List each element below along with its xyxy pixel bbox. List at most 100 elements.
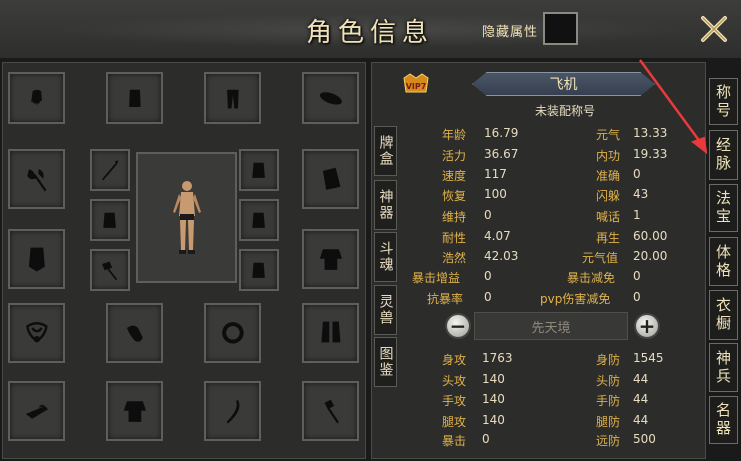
hidden-attr-checkbox[interactable] [543,12,578,45]
stat-value: 0 [484,269,492,283]
tab-wardrobe[interactable]: 衣橱 [709,290,738,340]
stat-value: 1763 [482,351,513,365]
stat-value: 0 [633,167,641,181]
equip-slot-chest[interactable] [106,72,163,124]
stat-value: 1 [633,208,641,222]
equip-slot-helmet[interactable] [8,381,65,441]
stat-value: 60.00 [633,229,668,243]
realm-decrease-button[interactable]: − [445,313,471,339]
equip-slot-vest-2[interactable] [90,199,130,241]
stat-value: 0 [484,290,492,304]
character-model [172,180,201,254]
equip-slot-spear[interactable] [90,149,130,191]
stat-value: 140 [482,413,505,427]
blade-icon [226,399,240,424]
tab-divine-weapon[interactable]: 神兵 [709,343,738,392]
stat-value: 140 [482,392,505,406]
close-icon [701,16,727,42]
equip-slot-weapon-axe[interactable] [8,149,65,209]
character-title-status: 未装配称号 [534,104,595,118]
realm-increase-button[interactable]: + [634,313,660,339]
tab-title[interactable]: 称号 [709,78,738,125]
tab-fight-soul[interactable]: 斗魂 [374,232,397,282]
stat-label: 暴击增益 [412,271,461,285]
stat-value: 36.67 [484,147,519,161]
stat-value: 13.33 [633,126,668,140]
equip-slot-ring[interactable] [204,303,261,363]
robe-icon [319,249,342,271]
character-model-frame [136,152,237,283]
equip-slot-vest-4[interactable] [239,249,279,291]
equip-slot-pendant[interactable] [106,303,163,363]
equip-slot-robe[interactable] [302,229,359,289]
stat-label: 身攻 [442,353,467,367]
equip-slot-armor[interactable] [106,381,163,441]
vest-icon [252,162,266,178]
equip-slot-blade[interactable] [204,381,261,441]
equip-slot-hat[interactable] [302,72,359,124]
hat-icon [319,91,342,105]
stat-value: 0 [484,208,492,222]
stat-value: 43 [633,187,649,201]
stat-label: 抗暴率 [427,292,464,306]
stat-label: 年龄 [442,128,467,142]
tab-spirit-beast[interactable]: 灵兽 [374,285,397,335]
equip-slot-shield[interactable] [8,229,65,289]
tab-card-box[interactable]: 牌盒 [374,126,397,176]
stat-value: 0 [633,269,641,283]
cape-icon [322,167,341,191]
stat-label: 头防 [596,374,621,388]
stat-value: 44 [633,392,649,406]
stat-label: 恢复 [442,189,467,203]
pendant-icon [126,325,143,343]
stat-value: 100 [484,187,507,201]
stat-label: 闪躲 [596,189,621,203]
equip-slot-pants[interactable] [204,72,261,124]
stat-label: 腿防 [596,415,621,429]
equip-slot-vest-3[interactable] [239,199,279,241]
stat-label: 准确 [596,169,621,183]
stat-value: 1545 [633,351,664,365]
stat-value: 42.03 [484,249,519,263]
stat-label: 元气值 [582,251,619,265]
stat-label: 活力 [442,149,467,163]
character-name: 飞机 [472,72,655,96]
tab-artifact[interactable]: 神器 [374,180,397,230]
stat-value: 44 [633,413,649,427]
stat-label: 速度 [442,169,467,183]
tab-meridian[interactable]: 经脉 [709,130,738,180]
stat-label: 元气 [596,128,621,142]
stat-value: 19.33 [633,147,668,161]
realm-display: 先天境 [474,312,628,340]
close-button[interactable] [693,8,735,50]
equip-slot-necklace[interactable] [8,303,65,363]
tab-physique[interactable]: 体格 [709,237,738,286]
stat-label: 再生 [596,231,621,245]
stat-label: 身防 [596,353,621,367]
vest-icon [252,212,266,228]
stat-value: 20.00 [633,249,668,263]
vest-icon [103,212,117,228]
equip-slot-boots[interactable] [302,303,359,363]
stat-label: 暴击 [442,434,467,448]
equip-slot-mace[interactable] [302,381,359,441]
stat-value: 140 [482,372,505,386]
equip-slot-cape[interactable] [302,149,359,209]
tab-magic-treasure[interactable]: 法宝 [709,184,738,232]
equipment-panel [2,62,366,459]
vest-icon [252,262,266,278]
stat-label: pvp伤害减免 [540,292,611,306]
equip-slot-hammer[interactable] [90,249,130,291]
equip-slot-vest-1[interactable] [239,149,279,191]
pants-icon [226,89,239,109]
vip-badge-icon: VIP7 [403,73,429,93]
stat-label: 手攻 [442,394,467,408]
necklace-icon [25,322,48,343]
tab-collection[interactable]: 图鉴 [374,337,397,387]
equip-slot-hair[interactable] [8,72,65,124]
tab-famous-artifact[interactable]: 名器 [709,396,738,444]
stat-value: 117 [484,167,507,181]
vip-label: VIP7 [406,82,427,91]
stat-label: 耐性 [442,231,467,245]
ring-icon [221,322,244,344]
